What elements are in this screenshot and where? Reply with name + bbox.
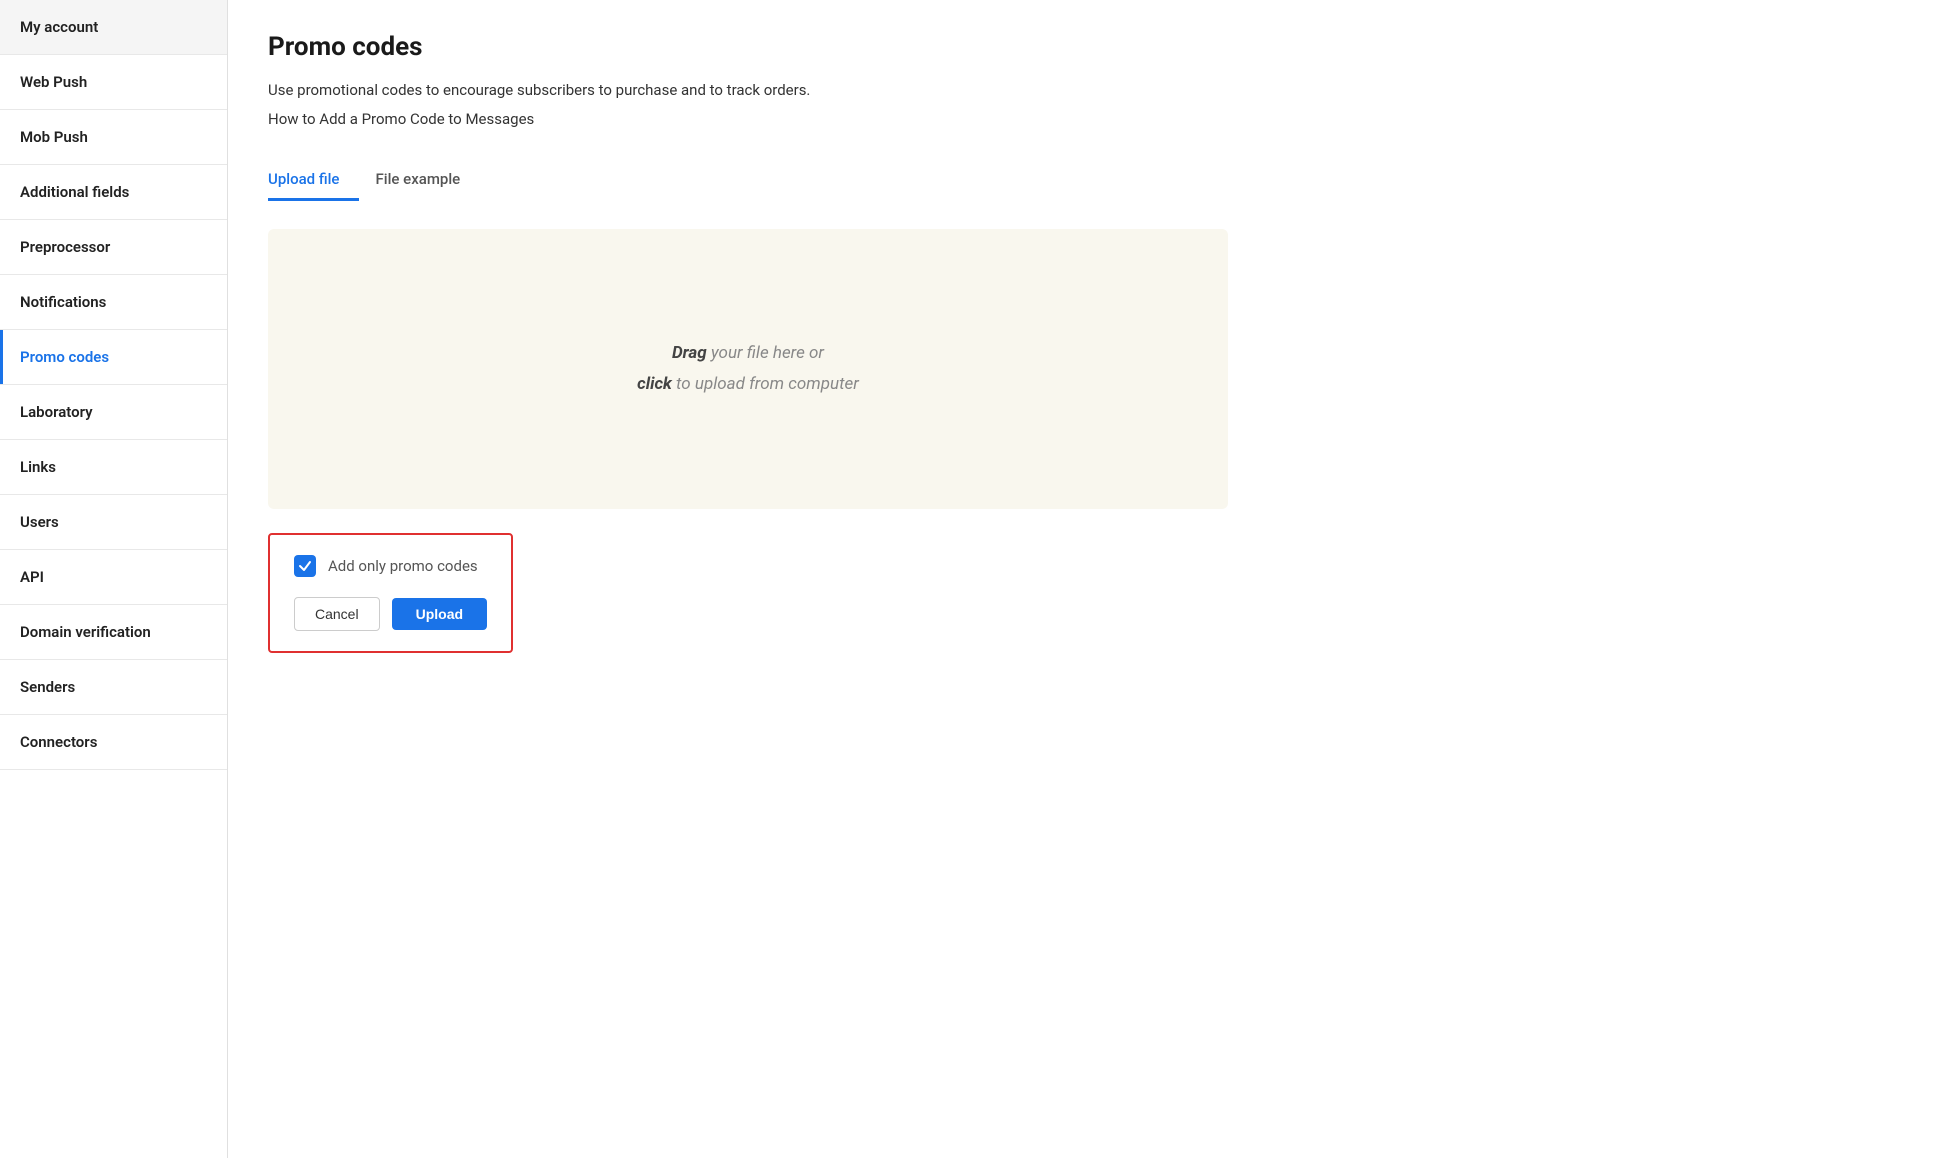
dropzone-text: Drag your file here or click to upload f… [637,338,859,399]
sidebar-item-links[interactable]: Links [0,440,227,495]
click-bold: click [637,374,672,394]
sidebar-item-mob-push[interactable]: Mob Push [0,110,227,165]
drag-rest: your file here or [707,343,824,363]
sidebar-item-notifications[interactable]: Notifications [0,275,227,330]
sidebar-item-api[interactable]: API [0,550,227,605]
sidebar-item-laboratory[interactable]: Laboratory [0,385,227,440]
checkbox-label: Add only promo codes [328,557,478,575]
file-dropzone[interactable]: Drag your file here or click to upload f… [268,229,1228,509]
tab-upload-file[interactable]: Upload file [268,160,359,201]
tabs: Upload file File example [268,160,1898,201]
sidebar-item-preprocessor[interactable]: Preprocessor [0,220,227,275]
sidebar-item-users[interactable]: Users [0,495,227,550]
add-only-promo-checkbox[interactable] [294,555,316,577]
main-content: Promo codes Use promotional codes to enc… [228,0,1938,1158]
sidebar-item-my-account[interactable]: My account [0,0,227,55]
how-to-link[interactable]: How to Add a Promo Code to Messages [268,110,534,128]
drag-bold: Drag [672,343,707,363]
sidebar-item-senders[interactable]: Senders [0,660,227,715]
page-description: Use promotional codes to encourage subsc… [268,78,868,102]
sidebar-item-additional-fields[interactable]: Additional fields [0,165,227,220]
button-row: Cancel Upload [294,597,487,631]
tab-file-example[interactable]: File example [375,160,480,201]
sidebar: My accountWeb PushMob PushAdditional fie… [0,0,228,1158]
checkbox-row: Add only promo codes [294,555,487,577]
click-rest: to upload from computer [672,374,859,394]
cancel-button[interactable]: Cancel [294,597,380,631]
checkmark-icon [298,559,312,573]
page-title: Promo codes [268,32,1898,62]
upload-button[interactable]: Upload [392,598,487,630]
sidebar-item-domain-verification[interactable]: Domain verification [0,605,227,660]
sidebar-item-connectors[interactable]: Connectors [0,715,227,770]
sidebar-item-promo-codes[interactable]: Promo codes [0,330,227,385]
action-area: Add only promo codes Cancel Upload [268,533,513,653]
sidebar-item-web-push[interactable]: Web Push [0,55,227,110]
